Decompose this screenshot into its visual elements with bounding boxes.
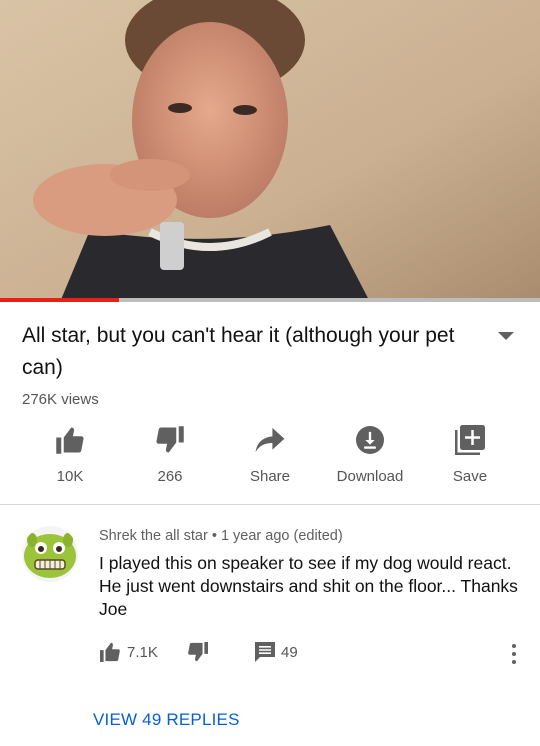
comment-author[interactable]: Shrek the all star (99, 528, 208, 544)
comment-bubble-icon (255, 642, 275, 662)
chevron-down-icon[interactable] (498, 332, 514, 340)
comment-like-count: 7.1K (127, 643, 158, 661)
thumbs-up-icon (20, 422, 120, 458)
comment-dislike-button[interactable] (187, 642, 209, 662)
meta-separator: • (211, 528, 217, 544)
download-button[interactable]: Download (320, 422, 420, 485)
video-actions-bar: 10K 266 Share Download Save (0, 422, 540, 492)
download-label: Download (336, 468, 404, 485)
download-circle-icon (320, 422, 420, 458)
comment-time: 1 year ago (edited) (220, 528, 343, 544)
comment-actions: 7.1K 49 (99, 642, 529, 668)
video-frame (0, 0, 540, 302)
video-title[interactable]: All star, but you can't hear it (althoug… (22, 320, 462, 384)
like-button[interactable]: 10K (20, 422, 120, 485)
dislike-button[interactable]: 266 (120, 422, 220, 485)
comment-reply-button[interactable]: 49 (255, 642, 298, 662)
share-label: Share (249, 468, 291, 485)
save-button[interactable]: Save (420, 422, 520, 485)
comment-text: I played this on speaker to see if my do… (99, 553, 518, 619)
save-label: Save (452, 468, 488, 485)
add-to-playlist-icon (420, 422, 520, 458)
view-replies-button[interactable]: VIEW 49 REPLIES (93, 710, 240, 730)
more-vertical-icon[interactable] (508, 644, 520, 666)
video-player[interactable] (0, 0, 540, 302)
comment-like-button[interactable]: 7.1K (99, 642, 158, 662)
comment-meta: Shrek the all star • 1 year ago (edited) (99, 528, 343, 544)
thumbs-down-icon (120, 422, 220, 458)
video-progress-bar[interactable] (0, 298, 540, 302)
divider (0, 504, 540, 505)
share-arrow-icon (220, 422, 320, 458)
dislike-count: 266 (157, 468, 183, 485)
thumbs-down-icon (188, 642, 208, 662)
video-progress-fill (0, 298, 119, 302)
avatar[interactable] (22, 526, 78, 582)
like-count: 10K (56, 468, 84, 485)
share-button[interactable]: Share (220, 422, 320, 485)
view-count: 276K views (22, 391, 99, 408)
comment-reply-count: 49 (281, 643, 298, 661)
thumbs-up-icon (100, 642, 120, 662)
